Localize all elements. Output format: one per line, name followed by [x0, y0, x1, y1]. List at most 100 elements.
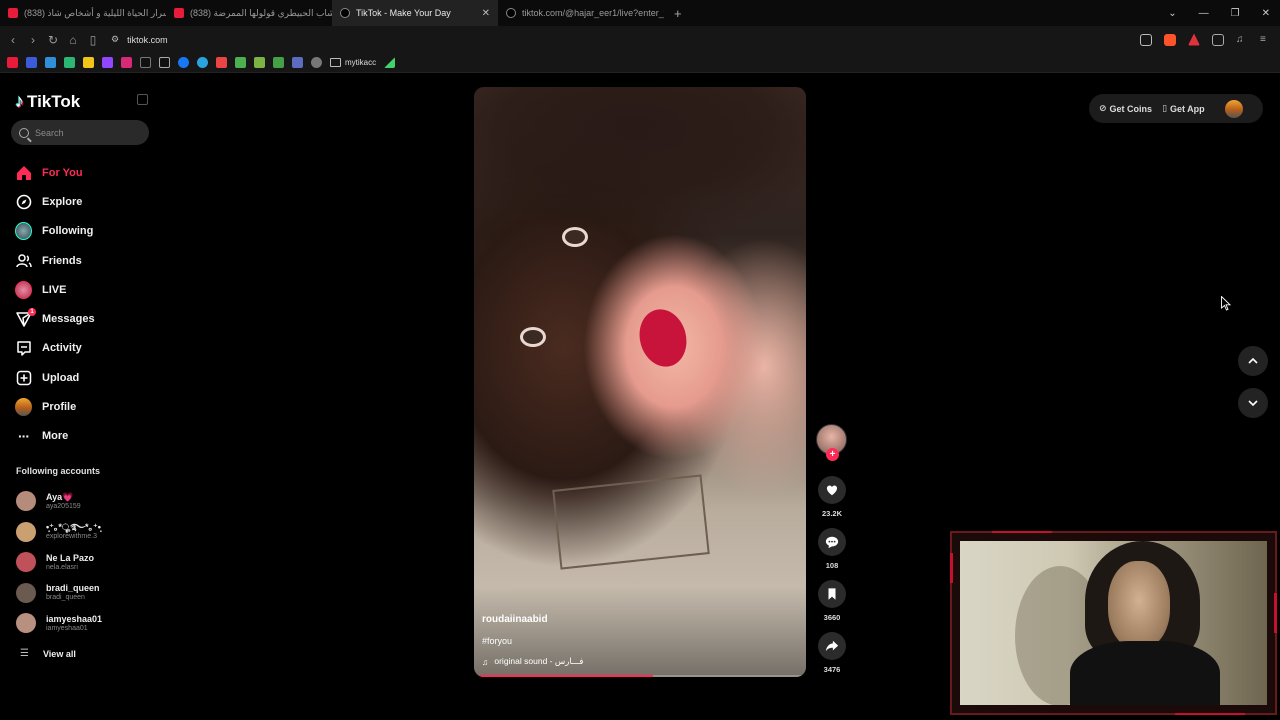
- bookmark-icon[interactable]: ▯: [83, 33, 103, 47]
- logo-text: TikTok: [27, 91, 81, 111]
- previous-video-button[interactable]: [1238, 346, 1268, 376]
- account-handle: iamyeshaa01: [46, 624, 88, 632]
- nav-following[interactable]: Following: [15, 217, 95, 246]
- share-button[interactable]: 3476: [818, 632, 846, 674]
- bookmark-icon[interactable]: [292, 57, 303, 68]
- menu-icon[interactable]: ≡: [1260, 34, 1272, 46]
- tab-search-icon[interactable]: ⌄: [1168, 8, 1176, 19]
- search-input[interactable]: [35, 127, 135, 138]
- cast-icon[interactable]: [1140, 33, 1152, 46]
- bookmark-icon: [828, 588, 836, 600]
- list-item[interactable]: iamyeshaa01 iamyeshaa01: [16, 608, 102, 639]
- account-name: Ne La Pazo: [46, 552, 95, 563]
- sidebar-toggle-icon[interactable]: [1212, 33, 1224, 46]
- close-tab-icon[interactable]: ✕: [482, 8, 490, 19]
- video-sound[interactable]: ♫ original sound - فـــارس: [482, 656, 583, 667]
- messages-badge: 1: [28, 307, 36, 316]
- globe-icon[interactable]: [311, 57, 322, 68]
- video-progress-bar[interactable]: [474, 675, 806, 677]
- next-video-button[interactable]: [1238, 388, 1268, 418]
- nav-more[interactable]: ··· More: [15, 422, 95, 451]
- list-item[interactable]: Aya💗 aya205159: [16, 486, 102, 517]
- x-icon[interactable]: [159, 57, 170, 68]
- list-item[interactable]: bradi_queen bradi_queen: [16, 578, 102, 609]
- youtube-bookmark-icon[interactable]: [7, 57, 18, 68]
- site-info-icon[interactable]: ⚙: [111, 34, 119, 45]
- bookmark-icon[interactable]: [235, 57, 246, 68]
- view-all-button[interactable]: ☰ View all: [20, 648, 76, 659]
- facebook-icon[interactable]: [178, 57, 189, 68]
- hud-decoration: [1175, 713, 1245, 715]
- nav-explore[interactable]: Explore: [15, 187, 95, 216]
- nav-upload[interactable]: Upload: [15, 363, 95, 392]
- nav-activity[interactable]: Activity: [15, 334, 95, 363]
- home-browser-icon[interactable]: ⌂: [63, 33, 83, 47]
- reload-icon[interactable]: ↻: [43, 33, 63, 47]
- nav-profile[interactable]: Profile: [15, 392, 95, 421]
- video-frame-detail: [562, 227, 588, 247]
- bookmark-icon[interactable]: [254, 57, 265, 68]
- list-item[interactable]: •̩̩͙⁺｡*ೄ࿐*｡⁺•̩̩͙ explorewithme.3: [16, 517, 102, 548]
- forward-icon[interactable]: ›: [23, 33, 43, 47]
- url-field[interactable]: ⚙ tiktok.com: [111, 34, 168, 45]
- nav-for-you[interactable]: For You: [15, 158, 95, 187]
- follow-plus-icon[interactable]: +: [826, 448, 839, 461]
- music-icon[interactable]: ♫: [1236, 34, 1248, 46]
- tiktok-logo-icon: ♪: [15, 91, 24, 111]
- tiktok-bookmark-icon[interactable]: [140, 57, 151, 68]
- bookmark-icon[interactable]: [83, 57, 94, 68]
- video-hashtag[interactable]: #foryou: [482, 636, 512, 646]
- like-button[interactable]: 23.2K: [818, 476, 846, 518]
- back-icon[interactable]: ‹: [3, 33, 23, 47]
- nav-label: For You: [42, 166, 83, 179]
- nav-live[interactable]: LIVE: [15, 275, 95, 304]
- kick-icon[interactable]: [64, 57, 75, 68]
- browser-tab-1[interactable]: (838) أسرار الحياة الليلية و أشخاص شاذ: [0, 0, 166, 26]
- window-controls: ⌄ — ❐ ✕: [1168, 0, 1270, 26]
- collapse-sidebar-icon[interactable]: [137, 94, 148, 105]
- list-item[interactable]: Ne La Pazo nela.elasri: [16, 547, 102, 578]
- brave-shield-icon[interactable]: [1164, 33, 1176, 46]
- close-window-icon[interactable]: ✕: [1262, 8, 1270, 19]
- minimize-icon[interactable]: —: [1199, 8, 1209, 19]
- browser-tab-4[interactable]: tiktok.com/@hajar_eer1/live?enter_fr: [498, 0, 664, 26]
- new-tab-icon[interactable]: +: [674, 6, 682, 21]
- nav-friends[interactable]: Friends: [15, 246, 95, 275]
- upload-icon: [15, 369, 32, 386]
- video-player[interactable]: roudaiinaabid #foryou ♫ original sound -…: [474, 87, 806, 677]
- instagram-icon[interactable]: [121, 57, 132, 68]
- video-author[interactable]: roudaiinaabid: [482, 614, 548, 625]
- sound-label: original sound - فـــارس: [494, 656, 584, 666]
- tiktok-logo[interactable]: ♪ TikTok: [15, 91, 80, 112]
- bookmark-icon[interactable]: [26, 57, 37, 68]
- avatar: [16, 613, 36, 634]
- save-button[interactable]: 3660: [818, 580, 846, 622]
- get-coins-button[interactable]: ⊘ Get Coins: [1099, 103, 1152, 114]
- bookmark-icon[interactable]: [45, 57, 56, 68]
- bookmark-icon[interactable]: [216, 57, 227, 68]
- signal-icon[interactable]: [384, 57, 396, 68]
- telegram-icon[interactable]: [197, 57, 208, 68]
- account-name: bradi_queen: [46, 583, 100, 594]
- creator-avatar[interactable]: +: [816, 424, 847, 461]
- comment-button[interactable]: 108: [818, 528, 846, 570]
- bookmark-folder[interactable]: mytikacc: [330, 58, 376, 67]
- maximize-icon[interactable]: ❐: [1231, 8, 1240, 19]
- tab-title: tiktok.com/@hajar_eer1/live?enter_fr: [522, 8, 664, 18]
- phone-icon: ▯: [1162, 103, 1168, 113]
- hud-decoration: [1274, 593, 1277, 633]
- user-avatar[interactable]: [1224, 99, 1243, 118]
- folder-icon: [330, 58, 341, 67]
- get-app-button[interactable]: ▯ Get App: [1162, 103, 1205, 114]
- browser-tab-3[interactable]: TikTok - Make Your Day ✕: [332, 0, 498, 26]
- browser-tab-2[interactable]: (838) الشاب الحبيطري قولولها الممرضة: [166, 0, 332, 26]
- bookmark-icon[interactable]: [273, 57, 284, 68]
- account-handle: aya205159: [46, 502, 81, 510]
- brave-rewards-icon[interactable]: [1188, 33, 1200, 46]
- bookmark-folder-label: mytikacc: [345, 58, 377, 67]
- search-bar[interactable]: [11, 120, 149, 145]
- profile-avatar-icon: [15, 398, 32, 417]
- bookmarks-bar: mytikacc: [0, 53, 1280, 73]
- nav-messages[interactable]: 1 Messages: [15, 304, 95, 333]
- twitch-icon[interactable]: [102, 57, 113, 68]
